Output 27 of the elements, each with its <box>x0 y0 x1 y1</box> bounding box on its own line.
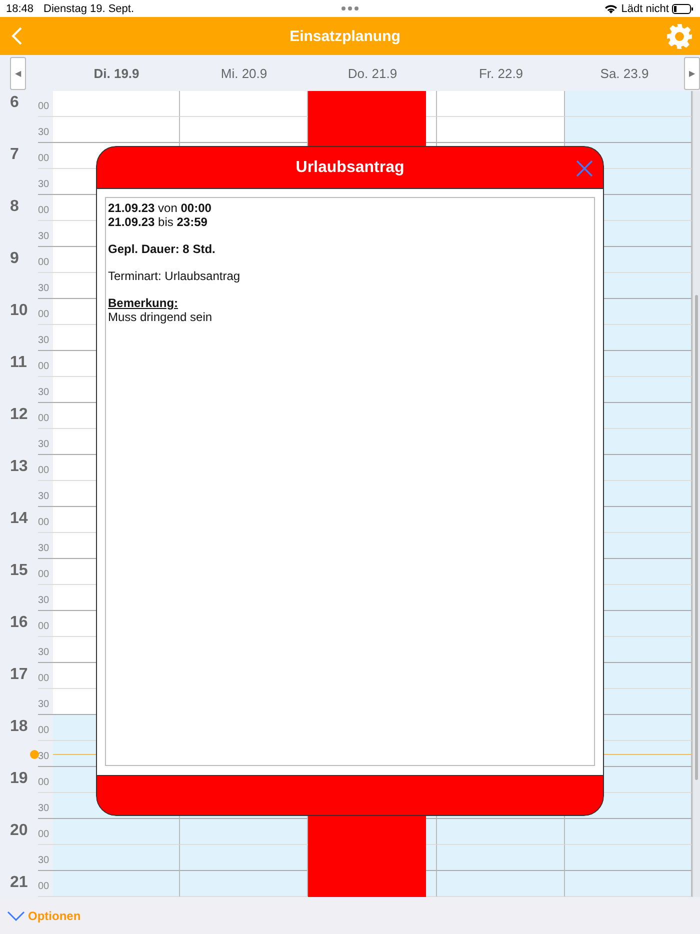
hour-label: 16 <box>10 614 28 632</box>
battery-status: Lädt nicht <box>621 2 669 14</box>
hour-label: 9 <box>10 250 19 268</box>
hour-label: 21 <box>10 874 28 892</box>
detail-line: Muss dringend sein <box>108 310 214 324</box>
hour-label: 13 <box>10 458 28 476</box>
hour-label: 10 <box>10 302 28 320</box>
hour-label: 12 <box>10 406 28 424</box>
app-title: Einsatzplanung <box>290 28 400 44</box>
hour-label: 18 <box>10 718 28 736</box>
dialog-title: Urlaubsantrag <box>296 158 404 176</box>
hour-label: 20 <box>10 822 28 840</box>
status-date: Dienstag 19. Sept. <box>44 2 134 14</box>
remark-heading: Bemerkung: <box>108 296 180 310</box>
detail-line: Terminart: Urlaubsantrag <box>108 269 242 283</box>
hour-label: 19 <box>10 770 28 788</box>
hour-label: 15 <box>10 562 28 580</box>
hour-label: 17 <box>10 666 28 684</box>
detail-line: Gepl. Dauer: 8 Std. <box>108 242 216 256</box>
hour-label: 11 <box>10 354 27 372</box>
detail-line: 21.09.23 von 00:00 <box>108 201 212 215</box>
clock-time: 18:48 <box>6 2 34 14</box>
detail-line: 21.09.23 bis 23:59 <box>108 215 208 229</box>
hour-label: 8 <box>10 198 19 216</box>
hour-label: 6 <box>10 94 19 112</box>
hour-label: 14 <box>10 510 28 528</box>
hour-label: 7 <box>10 146 19 164</box>
